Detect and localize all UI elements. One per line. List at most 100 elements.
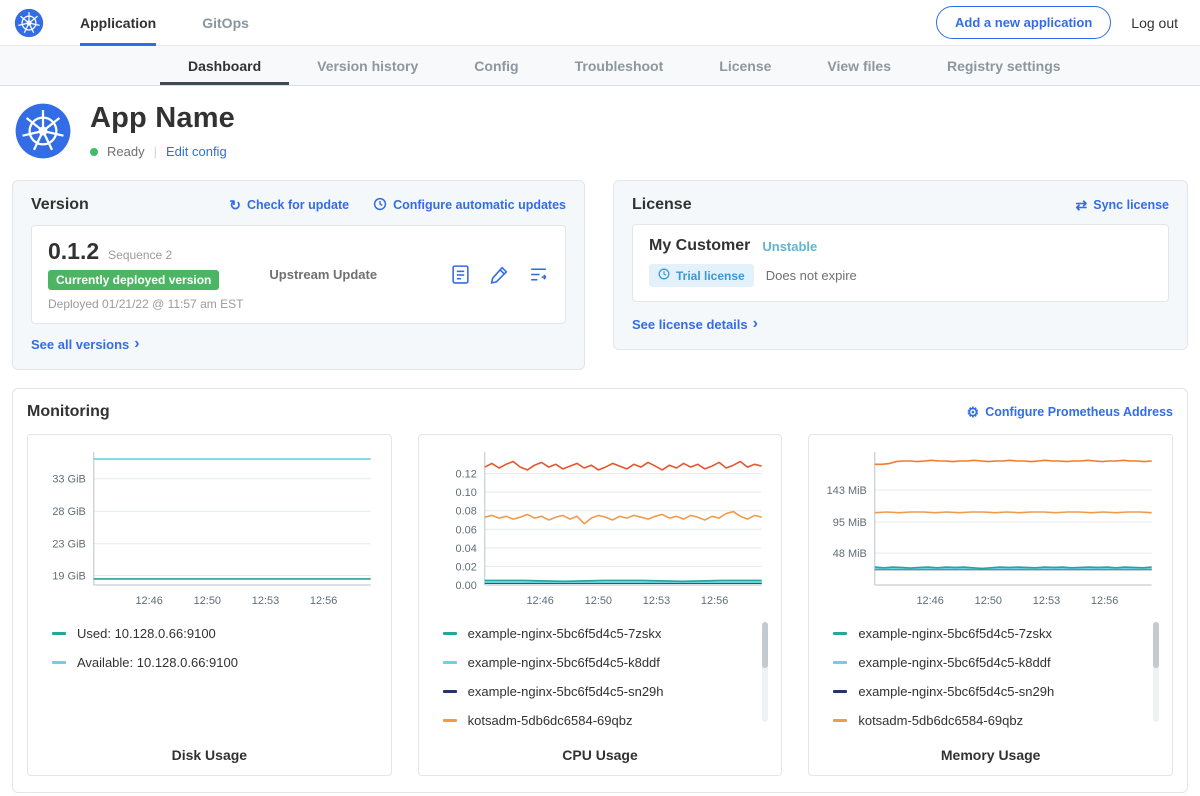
svg-text:33 GiB: 33 GiB <box>52 473 85 485</box>
status-dot <box>90 148 98 156</box>
deploy-logs-icon[interactable] <box>528 264 549 285</box>
legend-label: example-nginx-5bc6f5d4c5-sn29h <box>858 684 1054 699</box>
legend-item: kotsadm-5db6dc6584-69qbz <box>833 706 1162 735</box>
topnav-right: Add a new application Log out <box>936 6 1178 39</box>
legend-label: example-nginx-5bc6f5d4c5-7zskx <box>858 626 1052 641</box>
disk-usage-chart: 33 GiB28 GiB23 GiB19 GiB12:4612:5012:531… <box>38 447 381 615</box>
svg-text:12:53: 12:53 <box>642 594 669 606</box>
see-all-versions-link[interactable]: See all versions › <box>31 336 140 352</box>
configure-automatic-updates-link[interactable]: Configure automatic updates <box>373 197 566 213</box>
legend-scrollbar[interactable] <box>762 622 768 722</box>
legend-label: kotsadm-5db6dc6584-69qbz <box>858 713 1023 728</box>
channel-name: Unstable <box>762 239 817 254</box>
legend-item: example-nginx-5bc6f5d4c5-k8ddf <box>443 648 772 677</box>
legend-scrollbar-thumb[interactable] <box>762 622 768 668</box>
customer-name: My Customer <box>649 237 750 255</box>
svg-text:12:46: 12:46 <box>135 594 162 606</box>
sync-license-link[interactable]: ⇄ Sync license <box>1076 198 1169 212</box>
tab-license[interactable]: License <box>691 49 799 85</box>
sync-icon: ⇄ <box>1076 198 1088 212</box>
legend-item: example-nginx-5bc6f5d4c5-sn29h <box>833 677 1162 706</box>
configure-prometheus-link[interactable]: ⚙ Configure Prometheus Address <box>967 405 1173 419</box>
disk-usage-legend: Used: 10.128.0.66:9100 Available: 10.128.… <box>38 619 381 737</box>
tab-view-files[interactable]: View files <box>799 49 919 85</box>
legend-scrollbar[interactable] <box>1153 622 1159 722</box>
tab-dashboard[interactable]: Dashboard <box>160 49 289 85</box>
svg-text:12:56: 12:56 <box>1091 594 1118 606</box>
deployed-badge: Currently deployed version <box>48 270 219 290</box>
svg-text:12:50: 12:50 <box>975 594 1002 606</box>
app-logo-icon <box>14 102 72 160</box>
memory-usage-chart: 143 MiB95 MiB48 MiB12:4612:5012:5312:56 <box>819 447 1162 615</box>
svg-text:12:53: 12:53 <box>1033 594 1060 606</box>
legend-item: example-nginx-5bc6f5d4c5-7zskx <box>833 619 1162 648</box>
legend-swatch-icon <box>443 632 457 635</box>
license-card-title: License <box>632 196 692 214</box>
legend-swatch-icon <box>443 661 457 664</box>
logout-link[interactable]: Log out <box>1131 15 1178 31</box>
legend-scrollbar-thumb[interactable] <box>1153 622 1159 668</box>
legend-item: example-nginx-5bc6f5d4c5-sn29h <box>443 677 772 706</box>
trial-license-badge: Trial license <box>649 264 754 287</box>
monitoring-card: Monitoring ⚙ Configure Prometheus Addres… <box>12 388 1188 793</box>
license-details-box: My Customer Unstable Trial license Does … <box>632 224 1169 302</box>
upstream-update-label: Upstream Update <box>269 267 377 282</box>
legend-label: example-nginx-5bc6f5d4c5-sn29h <box>468 684 664 699</box>
svg-text:12:56: 12:56 <box>701 594 728 606</box>
add-application-button[interactable]: Add a new application <box>936 6 1111 39</box>
svg-text:12:46: 12:46 <box>526 594 553 606</box>
status-text: Ready <box>107 144 145 159</box>
chart-title-disk: Disk Usage <box>38 747 381 765</box>
tab-config[interactable]: Config <box>446 49 546 85</box>
legend-label: Used: 10.128.0.66:9100 <box>77 626 216 641</box>
divider: | <box>154 144 157 159</box>
version-card: Version ↻ Check for update Configure aut… <box>12 180 585 370</box>
legend-item: Used: 10.128.0.66:9100 <box>52 619 381 648</box>
tab-troubleshoot[interactable]: Troubleshoot <box>547 49 692 85</box>
svg-text:12:56: 12:56 <box>310 594 337 606</box>
svg-text:12:53: 12:53 <box>252 594 279 606</box>
cpu-usage-legend: example-nginx-5bc6f5d4c5-7zskx example-ng… <box>429 619 772 737</box>
edit-config-icon[interactable] <box>489 264 510 285</box>
chart-title-cpu: CPU Usage <box>429 747 772 765</box>
legend-label: example-nginx-5bc6f5d4c5-k8ddf <box>468 655 660 670</box>
kubernetes-logo-icon[interactable] <box>14 8 44 38</box>
clock-arrow-icon <box>373 197 387 213</box>
top-nav: Application GitOps Add a new application… <box>0 0 1200 46</box>
license-card: License ⇄ Sync license My Customer Unsta… <box>613 180 1188 350</box>
see-license-details-link[interactable]: See license details › <box>632 316 758 332</box>
svg-text:12:46: 12:46 <box>917 594 944 606</box>
check-for-update-link[interactable]: ↻ Check for update <box>229 198 349 212</box>
legend-item: example-nginx-5bc6f5d4c5-7zskx <box>443 619 772 648</box>
svg-text:0.02: 0.02 <box>455 561 476 573</box>
chevron-right-icon: › <box>753 316 758 332</box>
tab-registry-settings[interactable]: Registry settings <box>919 49 1089 85</box>
svg-text:0.10: 0.10 <box>455 487 476 499</box>
current-version-box: 0.1.2 Sequence 2 Currently deployed vers… <box>31 225 566 324</box>
disk-usage-panel: 33 GiB28 GiB23 GiB19 GiB12:4612:5012:531… <box>27 434 392 776</box>
clock-icon <box>658 268 670 283</box>
legend-item: Available: 10.128.0.66:9100 <box>52 648 381 677</box>
legend-label: example-nginx-5bc6f5d4c5-k8ddf <box>858 655 1050 670</box>
svg-text:23 GiB: 23 GiB <box>52 538 85 550</box>
legend-swatch-icon <box>833 719 847 722</box>
version-card-title: Version <box>31 196 89 214</box>
legend-swatch-icon <box>833 690 847 693</box>
legend-item: example-nginx-5bc6f5d4c5-k8ddf <box>833 648 1162 677</box>
nav-tab-gitops[interactable]: GitOps <box>202 0 249 46</box>
svg-text:143 MiB: 143 MiB <box>827 485 867 497</box>
nav-tab-application[interactable]: Application <box>80 0 156 46</box>
edit-config-link[interactable]: Edit config <box>166 144 227 159</box>
app-header: App Name Ready | Edit config <box>0 86 1200 172</box>
cpu-usage-panel: 0.120.100.080.060.040.020.0012:4612:5012… <box>418 434 783 776</box>
tab-version-history[interactable]: Version history <box>289 49 446 85</box>
svg-text:12:50: 12:50 <box>584 594 611 606</box>
legend-label: kotsadm-5db6dc6584-69qbz <box>468 713 633 728</box>
memory-usage-legend: example-nginx-5bc6f5d4c5-7zskx example-ng… <box>819 619 1162 737</box>
release-notes-icon[interactable] <box>450 264 471 285</box>
legend-swatch-icon <box>833 661 847 664</box>
gear-icon: ⚙ <box>967 405 980 419</box>
svg-text:0.12: 0.12 <box>455 468 476 480</box>
legend-swatch-icon <box>52 632 66 635</box>
svg-text:0.06: 0.06 <box>455 524 476 536</box>
